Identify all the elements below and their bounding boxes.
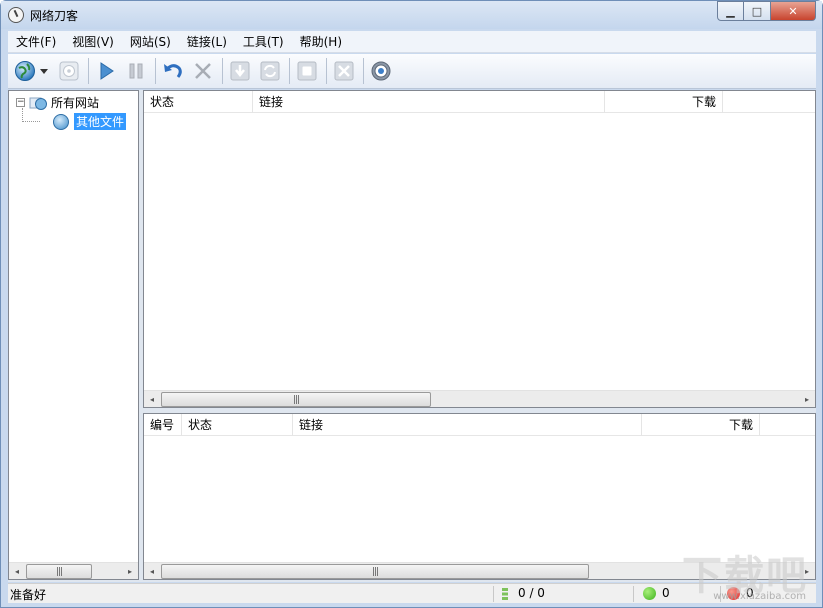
column-status[interactable]: 状态 xyxy=(144,91,253,113)
menu-help[interactable]: 帮助(H) xyxy=(292,31,350,53)
task-list-header: 编号 状态 链接 下载 xyxy=(144,414,815,436)
progress-bars-icon xyxy=(502,588,508,600)
scroll-thumb[interactable]: ||| xyxy=(161,392,431,407)
scroll-thumb[interactable]: ||| xyxy=(26,564,92,579)
delete-button[interactable] xyxy=(190,58,216,84)
tree-horizontal-scrollbar[interactable]: ◂ ||| ▸ xyxy=(9,562,138,579)
download-button[interactable] xyxy=(227,58,253,84)
undo-button[interactable] xyxy=(160,58,186,84)
status-separator xyxy=(633,586,634,602)
app-logo-icon xyxy=(8,7,24,23)
tree-node-label: 所有网站 xyxy=(51,96,100,110)
app-window: 网络刀客 ▁ □ ✕ 文件(F) 视图(V) 网站(S) 链接(L) 工具(T)… xyxy=(0,0,823,608)
new-site-dropdown[interactable] xyxy=(38,58,50,84)
tree-node-label: 其他文件 xyxy=(74,113,127,130)
title-bar[interactable]: 网络刀客 ▁ □ ✕ xyxy=(1,1,822,29)
toolbar-separator xyxy=(155,58,156,84)
start-button[interactable] xyxy=(93,58,119,84)
scroll-left-icon[interactable]: ◂ xyxy=(144,391,160,408)
tree-connector xyxy=(22,108,23,122)
success-count: 0 xyxy=(662,586,670,600)
tree-connector xyxy=(22,121,40,122)
status-text: 准备好 xyxy=(10,588,47,602)
column-link[interactable]: 链接 xyxy=(253,91,605,113)
toolbar-separator xyxy=(222,58,223,84)
tree-collapse-toggle[interactable]: − xyxy=(16,98,25,107)
toolbar-separator xyxy=(88,58,89,84)
scroll-right-icon[interactable]: ▸ xyxy=(799,391,815,408)
new-site-button[interactable] xyxy=(14,58,36,84)
other-files-globe-icon xyxy=(53,113,69,130)
link-list-pane[interactable]: 状态 链接 下载 ◂ ||| ▸ xyxy=(143,90,816,408)
toolbar-separator xyxy=(363,58,364,84)
menu-site[interactable]: 网站(S) xyxy=(122,31,179,53)
settings-button[interactable] xyxy=(368,58,394,84)
globe-icon xyxy=(15,61,35,81)
sites-globe-icon xyxy=(29,97,47,110)
column-number[interactable]: 编号 xyxy=(144,414,182,436)
menu-bar: 文件(F) 视图(V) 网站(S) 链接(L) 工具(T) 帮助(H) xyxy=(8,31,816,53)
link-list-horizontal-scrollbar[interactable]: ◂ ||| ▸ xyxy=(144,390,815,407)
menu-tools[interactable]: 工具(T) xyxy=(235,31,292,53)
main-area: − 所有网站 其他文件 ◂ ||| ▸ 状态 链接 下载 ◂ ||| ▸ 编号 … xyxy=(8,90,816,582)
pause-icon xyxy=(129,63,143,79)
scroll-left-icon[interactable]: ◂ xyxy=(144,563,160,580)
scroll-right-icon[interactable]: ▸ xyxy=(122,563,138,580)
site-tree[interactable]: − 所有网站 其他文件 ◂ ||| ▸ xyxy=(8,90,139,580)
column-download[interactable]: 下载 xyxy=(642,414,760,436)
menu-file[interactable]: 文件(F) xyxy=(8,31,64,53)
undo-icon xyxy=(164,64,182,78)
status-separator xyxy=(493,586,494,602)
maximize-button[interactable]: □ xyxy=(744,1,771,21)
disc-icon xyxy=(59,61,79,81)
toolbar xyxy=(8,54,816,89)
scroll-left-icon[interactable]: ◂ xyxy=(9,563,25,580)
menu-view[interactable]: 视图(V) xyxy=(64,31,122,53)
close-task-button[interactable] xyxy=(331,58,357,84)
dropdown-arrow-icon xyxy=(40,69,48,74)
window-title: 网络刀客 xyxy=(30,9,79,23)
pause-button[interactable] xyxy=(123,58,149,84)
settings-icon xyxy=(371,61,391,81)
column-download[interactable]: 下载 xyxy=(605,91,723,113)
menu-link[interactable]: 链接(L) xyxy=(179,31,235,53)
delete-icon xyxy=(195,63,211,79)
play-icon xyxy=(100,62,114,80)
column-status[interactable]: 状态 xyxy=(182,414,293,436)
success-status-icon xyxy=(643,587,656,600)
link-list-header: 状态 链接 下载 xyxy=(144,91,815,113)
refresh-icon xyxy=(260,61,280,81)
close-box-icon xyxy=(334,61,354,81)
stop-button[interactable] xyxy=(294,58,320,84)
stop-icon xyxy=(297,61,317,81)
tree-node-other-files[interactable]: 其他文件 xyxy=(53,113,127,130)
scroll-thumb[interactable]: ||| xyxy=(161,564,589,579)
progress-count: 0 / 0 xyxy=(518,586,545,600)
refresh-button[interactable] xyxy=(257,58,283,84)
minimize-button[interactable]: ▁ xyxy=(717,1,744,21)
tree-node-all-sites[interactable]: − 所有网站 xyxy=(16,94,99,111)
watermark-url: www.xiazaiba.com xyxy=(713,591,806,602)
column-link[interactable]: 链接 xyxy=(293,414,642,436)
open-button[interactable] xyxy=(56,58,82,84)
window-controls: ▁ □ ✕ xyxy=(717,1,816,21)
close-button[interactable]: ✕ xyxy=(771,1,816,21)
toolbar-separator xyxy=(289,58,290,84)
download-icon xyxy=(230,61,250,81)
toolbar-separator xyxy=(326,58,327,84)
